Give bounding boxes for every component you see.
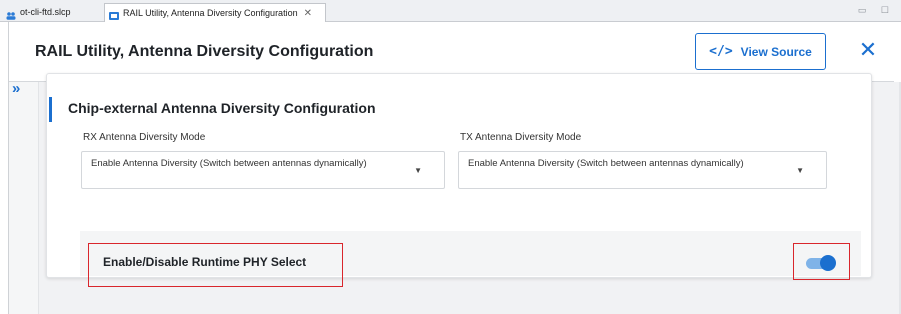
people-icon bbox=[6, 9, 16, 20]
tx-mode-value: Enable Antenna Diversity (Switch between… bbox=[468, 158, 744, 169]
left-rail: » bbox=[9, 80, 39, 314]
page-title: RAIL Utility, Antenna Diversity Configur… bbox=[35, 43, 374, 60]
editor-tab-bar: ot-cli-ftd.slcp RAIL Utility, Antenna Di… bbox=[0, 0, 901, 22]
tx-mode-label: TX Antenna Diversity Mode bbox=[460, 132, 582, 143]
chevron-down-icon: ▼ bbox=[414, 166, 422, 175]
tx-mode-select[interactable]: Enable Antenna Diversity (Switch between… bbox=[458, 151, 827, 189]
view-source-button[interactable]: </> View Source bbox=[695, 33, 826, 70]
expand-chevron-icon[interactable]: » bbox=[12, 80, 20, 97]
section-accent-bar bbox=[49, 97, 52, 122]
rx-mode-label: RX Antenna Diversity Mode bbox=[83, 132, 206, 143]
tab-label: ot-cli-ftd.slcp bbox=[20, 7, 71, 17]
tab-label: RAIL Utility, Antenna Diversity Configur… bbox=[123, 7, 298, 18]
close-icon[interactable]: ✕ bbox=[857, 39, 879, 61]
code-icon: </> bbox=[709, 44, 733, 59]
tab-ot-cli-ftd-slcp[interactable]: ot-cli-ftd.slcp bbox=[2, 3, 99, 22]
chevron-down-icon: ▼ bbox=[796, 166, 804, 175]
highlight-box-label bbox=[88, 243, 343, 287]
tab-rail-utility-antenna-diversity[interactable]: RAIL Utility, Antenna Diversity Configur… bbox=[104, 3, 326, 22]
window-controls[interactable]: ▭ ☐ bbox=[858, 5, 895, 16]
view-source-label: View Source bbox=[740, 44, 812, 59]
rx-mode-select[interactable]: Enable Antenna Diversity (Switch between… bbox=[81, 151, 445, 189]
section-title: Chip-external Antenna Diversity Configur… bbox=[68, 100, 376, 116]
tab-close-icon[interactable]: ✕ bbox=[304, 5, 312, 22]
toggle-knob bbox=[820, 255, 836, 271]
rx-mode-value: Enable Antenna Diversity (Switch between… bbox=[91, 158, 367, 169]
component-icon bbox=[109, 9, 119, 20]
